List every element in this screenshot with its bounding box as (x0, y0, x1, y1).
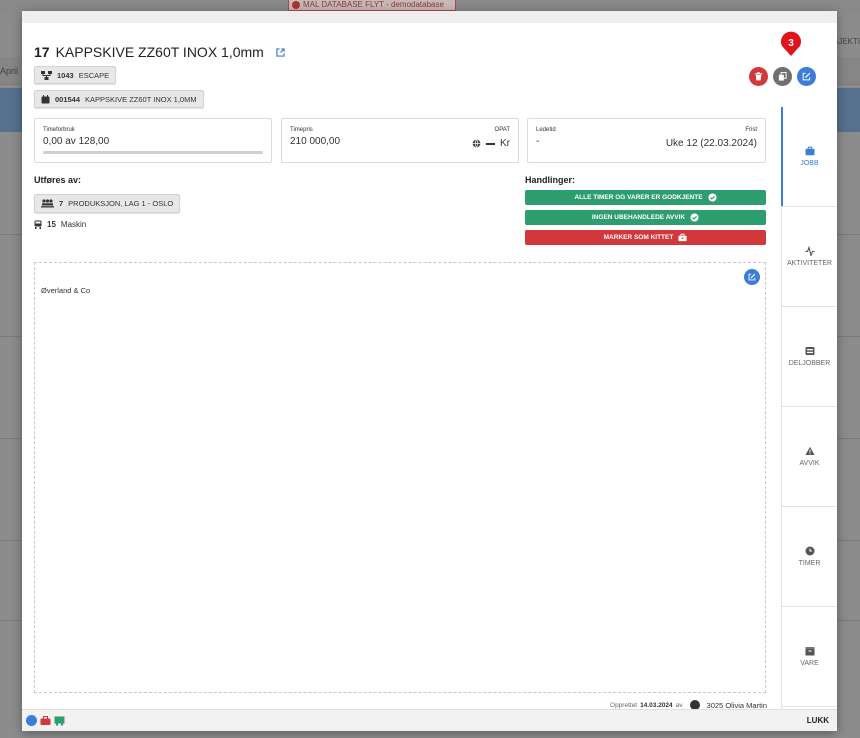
page-title: 17 KAPPSKIVE ZZ60T INOX 1,0mm (34, 44, 285, 60)
minus-circle-icon[interactable] (26, 715, 37, 726)
box-icon (805, 647, 814, 656)
tab-jobb[interactable]: JOBB (781, 107, 837, 207)
team-number: 7 (59, 199, 64, 208)
utfores-title: Utføres av: (34, 175, 82, 185)
tab-vare-label: VARE (800, 660, 819, 667)
team-chip[interactable]: 7 PRODUKSJON, LAG 1 - OSLO (34, 194, 181, 213)
job-number: 17 (34, 44, 50, 60)
copy-button[interactable] (773, 67, 792, 86)
truck-icon[interactable] (54, 715, 65, 726)
clock-icon (805, 546, 814, 556)
tab-avvik-label: AVVIK (799, 460, 820, 467)
no-deviations-button[interactable]: INGEN UBEHANDLEDE AVVIK (525, 210, 766, 225)
created-date: 14.03.2024 (640, 701, 673, 709)
tab-timer-label: TIMER (798, 560, 821, 567)
no-deviations-label: INGEN UBEHANDLEDE AVVIK (591, 214, 686, 221)
machine-row: 15 Maskin (34, 220, 86, 229)
job-modal: 17 KAPPSKIVE ZZ60T INOX 1,0mm 1043 ESCAP… (22, 11, 837, 731)
frist-label: Frist (745, 127, 757, 133)
tab-timer[interactable]: TIMER (782, 507, 837, 607)
timepris-right-label: OPAT (494, 127, 510, 133)
timeforbruk-progress (43, 151, 263, 154)
check-circle-icon (707, 193, 717, 202)
team-icon (41, 199, 54, 208)
briefcase-icon (805, 146, 814, 156)
calendar-icon (41, 94, 50, 103)
sidebar-tabs: JOBB AKTIVITETER DELJOBBER AVVIK TIMER V… (781, 107, 837, 710)
modal-top-band (22, 11, 837, 23)
toolbox-icon (678, 233, 687, 242)
handlinger-title: Handlinger: (525, 175, 576, 185)
frist-value: Uke 12 (22.03.2024) (665, 138, 757, 149)
mark-kitted-button[interactable]: MARKER SOM KITTET (525, 230, 766, 245)
warning-icon (292, 1, 300, 9)
timeforbruk-value: 0,00 av 128,00 (43, 136, 110, 147)
close-button[interactable]: LUKK (807, 716, 829, 725)
ledetid-label: Ledetid (536, 127, 556, 133)
tab-avvik[interactable]: AVVIK (782, 407, 837, 507)
timepris-label: Timepris (290, 127, 313, 133)
timepris-currency: Kr (472, 138, 510, 149)
approve-hours-button[interactable]: ALLE TIMER OG VARER ER GODKJENTE (525, 190, 766, 205)
created-by: av (675, 701, 683, 709)
item-chip[interactable]: 001544 KAPPSKIVE ZZ60T INOX 1,0MM (34, 90, 204, 108)
item-number: 001544 (55, 94, 81, 104)
machine-icon (34, 220, 42, 229)
modal-footer: LUKK (22, 709, 837, 731)
ledetid-card: Ledetid - Frist Uke 12 (22.03.2024) (527, 118, 766, 163)
project-tree-icon (41, 70, 52, 80)
item-name: KAPPSKIVE ZZ60T INOX 1,0MM (85, 94, 197, 104)
annotation-number: 3 (788, 38, 794, 49)
delete-button[interactable] (749, 67, 768, 86)
globe-icon (472, 139, 481, 148)
project-number: 1043 (57, 70, 74, 80)
background-month: April (0, 66, 19, 76)
check-circle-icon (690, 213, 699, 222)
activity-icon (805, 246, 814, 256)
database-banner: MAL DATABASE FLYT - demodatabase (288, 0, 456, 11)
timepris-currency-label: Kr (500, 138, 510, 149)
dash-icon (486, 142, 495, 145)
modal-main: 17 KAPPSKIVE ZZ60T INOX 1,0mm 1043 ESCAP… (22, 23, 816, 710)
toolbox-icon[interactable] (40, 715, 51, 726)
external-link-icon[interactable] (276, 47, 285, 57)
tab-aktiviteter[interactable]: AKTIVITETER (782, 207, 837, 307)
job-title: KAPPSKIVE ZZ60T INOX 1,0mm (55, 44, 264, 60)
edit-icon (748, 273, 756, 281)
edit-icon (802, 72, 811, 81)
tab-deljobber[interactable]: DELJOBBER (782, 307, 837, 407)
notes-edit-button[interactable] (744, 269, 760, 285)
notes-area[interactable]: Øverland & Co (34, 262, 766, 693)
machine-name: Maskin (60, 220, 87, 229)
edit-button[interactable] (797, 67, 816, 86)
warning-triangle-icon (805, 446, 814, 455)
timeforbruk-card: Timeforbruk 0,00 av 128,00 (34, 118, 272, 163)
timeforbruk-label: Timeforbruk (43, 127, 75, 133)
timepris-card: Timepris 210 000,00 OPAT Kr (281, 118, 519, 163)
created-prefix: Opprettet (610, 701, 638, 709)
tab-aktiviteter-label: AKTIVITETER (786, 260, 833, 267)
trash-icon (754, 72, 763, 81)
tab-vare[interactable]: VARE (782, 607, 837, 707)
project-chip[interactable]: 1043 ESCAPE (34, 66, 117, 84)
copy-icon (778, 72, 787, 81)
machine-number: 15 (47, 220, 56, 229)
annotation-marker: 3 (781, 31, 801, 56)
mark-kitted-label: MARKER SOM KITTET (603, 234, 674, 241)
approve-hours-label: ALLE TIMER OG VARER ER GODKJENTE (574, 194, 703, 201)
tab-deljobber-label: DELJOBBER (788, 360, 831, 367)
tab-jobb-label: JOBB (800, 160, 819, 167)
notes-text: Øverland & Co (41, 286, 91, 295)
project-name: ESCAPE (78, 70, 110, 80)
team-name: PRODUKSJON, LAG 1 - OSLO (68, 199, 174, 208)
subtasks-icon (805, 347, 814, 355)
database-banner-text: MAL DATABASE FLYT - demodatabase (303, 0, 444, 9)
